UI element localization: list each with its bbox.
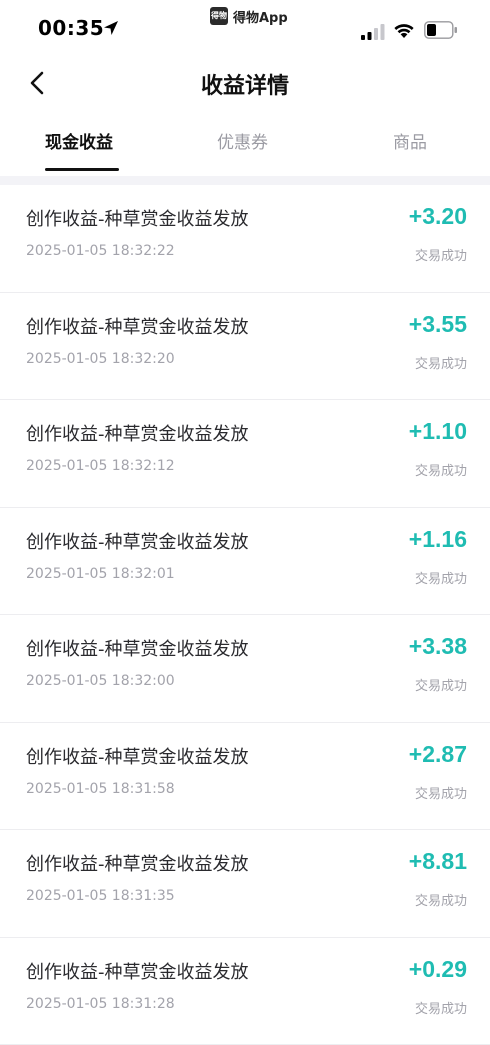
transaction-time: 2025-01-05 18:32:01 (26, 566, 175, 582)
transaction-row[interactable]: 创作收益-种草赏金收益发放 2025-01-05 18:32:22 +3.20 … (0, 185, 490, 293)
transaction-title: 创作收益-种草赏金收益发放 (26, 635, 249, 661)
transaction-status: 交易成功 (415, 353, 467, 372)
transaction-amount: +3.20 (409, 203, 467, 230)
transaction-status: 交易成功 (415, 460, 467, 479)
cellular-signal-icon (361, 24, 385, 40)
transaction-status: 交易成功 (415, 568, 467, 587)
transaction-status: 交易成功 (415, 998, 467, 1017)
transaction-title: 创作收益-种草赏金收益发放 (26, 313, 249, 339)
transaction-title: 创作收益-种草赏金收益发放 (26, 958, 249, 984)
tab-products[interactable]: 商品 (393, 128, 427, 153)
tab-cash-income[interactable]: 现金收益 (45, 128, 113, 153)
transaction-row[interactable]: 创作收益-种草赏金收益发放 2025-01-05 18:31:28 +0.29 … (0, 938, 490, 1045)
app-badge: 得物 得物App (210, 6, 288, 26)
transaction-status: 交易成功 (415, 890, 467, 909)
transaction-status: 交易成功 (415, 783, 467, 802)
transaction-time: 2025-01-05 18:31:58 (26, 781, 175, 797)
location-arrow-icon (103, 20, 119, 36)
transaction-amount: +1.16 (409, 526, 467, 553)
tab-coupons[interactable]: 优惠券 (217, 128, 268, 153)
tab-bar: 现金收益 优惠券 商品 (0, 118, 490, 174)
transaction-time: 2025-01-05 18:32:22 (26, 243, 175, 259)
transaction-time: 2025-01-05 18:31:35 (26, 888, 175, 904)
transaction-row[interactable]: 创作收益-种草赏金收益发放 2025-01-05 18:32:12 +1.10 … (0, 400, 490, 508)
transaction-title: 创作收益-种草赏金收益发放 (26, 205, 249, 231)
transaction-time: 2025-01-05 18:32:12 (26, 458, 175, 474)
status-bar: 00:35 得物 得物App (0, 0, 490, 58)
transaction-status: 交易成功 (415, 245, 467, 264)
transaction-amount: +0.29 (409, 956, 467, 983)
transaction-amount: +8.81 (409, 848, 467, 875)
transaction-title: 创作收益-种草赏金收益发放 (26, 743, 249, 769)
transaction-title: 创作收益-种草赏金收益发放 (26, 420, 249, 446)
page-title: 收益详情 (0, 68, 490, 100)
transaction-amount: +2.87 (409, 741, 467, 768)
transaction-row[interactable]: 创作收益-种草赏金收益发放 2025-01-05 18:32:01 +1.16 … (0, 508, 490, 616)
transaction-status: 交易成功 (415, 675, 467, 694)
transaction-amount: +1.10 (409, 418, 467, 445)
transaction-list: 创作收益-种草赏金收益发放 2025-01-05 18:32:22 +3.20 … (0, 185, 490, 1045)
transaction-amount: +3.38 (409, 633, 467, 660)
transaction-title: 创作收益-种草赏金收益发放 (26, 850, 249, 876)
app-logo-icon: 得物 (210, 7, 228, 25)
transaction-row[interactable]: 创作收益-种草赏金收益发放 2025-01-05 18:32:20 +3.55 … (0, 293, 490, 401)
navigation-header: 收益详情 (0, 58, 490, 108)
transaction-row[interactable]: 创作收益-种草赏金收益发放 2025-01-05 18:31:58 +2.87 … (0, 723, 490, 831)
wifi-icon (393, 21, 415, 39)
active-tab-indicator (45, 168, 119, 171)
app-name: 得物App (233, 7, 288, 26)
transaction-row[interactable]: 创作收益-种草赏金收益发放 2025-01-05 18:32:00 +3.38 … (0, 615, 490, 723)
transaction-row[interactable]: 创作收益-种草赏金收益发放 2025-01-05 18:31:35 +8.81 … (0, 830, 490, 938)
transaction-time: 2025-01-05 18:31:28 (26, 996, 175, 1012)
transaction-amount: +3.55 (409, 311, 467, 338)
transaction-title: 创作收益-种草赏金收益发放 (26, 528, 249, 554)
transaction-time: 2025-01-05 18:32:20 (26, 351, 175, 367)
battery-icon (424, 21, 458, 39)
status-time: 00:35 (38, 16, 104, 40)
transaction-time: 2025-01-05 18:32:00 (26, 673, 175, 689)
section-divider (0, 176, 490, 185)
